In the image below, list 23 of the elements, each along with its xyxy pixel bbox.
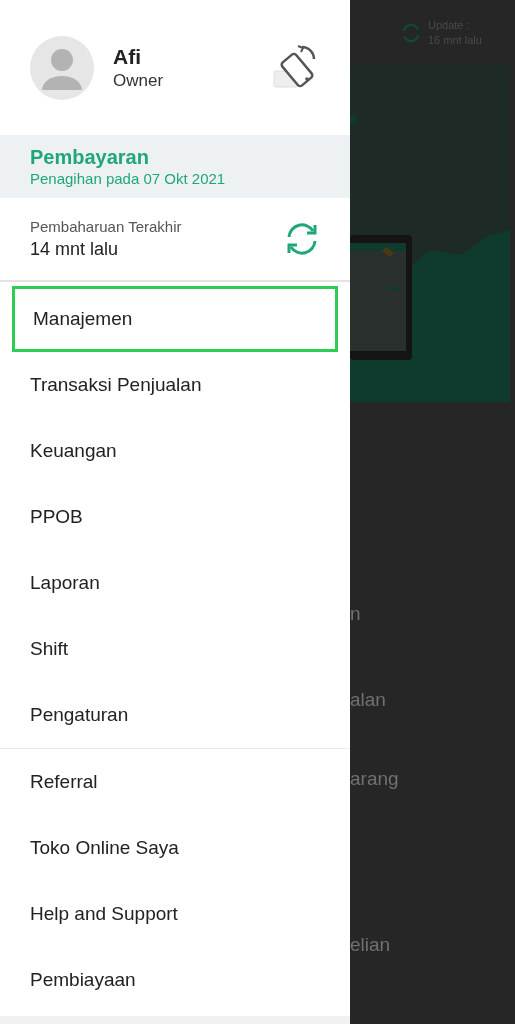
menu-item[interactable]: Manajemen [12,286,338,352]
menu-item-text: n [350,602,361,626]
menu-item-text: elian [350,933,391,957]
menu-item[interactable]: PPOB [0,484,350,550]
menu-item[interactable]: Laporan [0,550,350,616]
user-role: Owner [113,69,165,92]
user-name: Afi [113,43,142,70]
last-update-time: 14 mnt lalu [30,238,120,261]
menu-item[interactable]: Referral [0,749,350,815]
menu-item[interactable]: Toko Online Saya [0,815,350,881]
menu-item[interactable]: Keuangan [0,418,350,484]
refresh-icon [400,21,422,44]
menu-item[interactable]: Shift [0,616,350,682]
menu-item[interactable]: Pembiayaan [0,947,350,1013]
last-update-label: Pembaharuan Terakhir [30,217,183,237]
menu-item-text: alan [350,688,386,712]
menu-item[interactable]: Help and Support [0,881,350,947]
menu-item[interactable]: Pengaturan [0,682,350,748]
menu-item-text: arang [350,767,399,791]
avatar [30,35,94,100]
menu-item[interactable]: Transaksi Penjualan [0,352,350,418]
payment-title: Pembayaran [30,145,150,169]
billing-date: Penagihan pada 07 Okt 2021 [30,169,227,188]
